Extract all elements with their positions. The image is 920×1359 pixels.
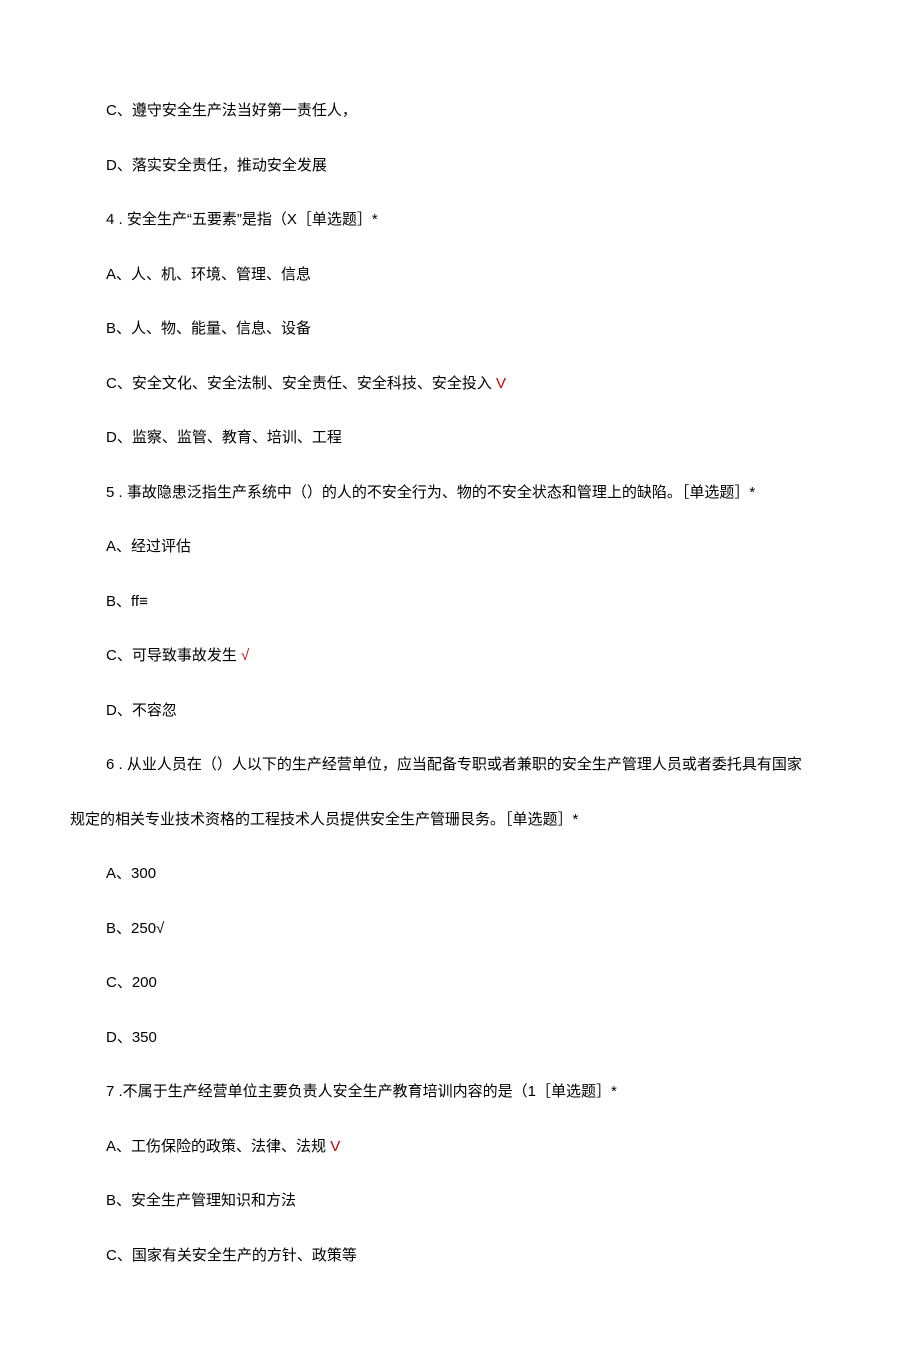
question-5: 5 . 事故隐患泛指生产系统中（）的人的不安全行为、物的不安全状态和管理上的缺陷…: [70, 482, 850, 505]
q7-option-b: B、安全生产管理知识和方法: [70, 1190, 850, 1213]
q4-option-c-text: C、安全文化、安全法制、安全责任、安全科技、安全投入: [106, 375, 496, 392]
question-7: 7 .不属于生产经营单位主要负责人安全生产教育培训内容的是（1［单选题］*: [70, 1081, 850, 1104]
check-mark-icon: V: [330, 1138, 340, 1155]
q7-option-c: C、国家有关安全生产的方针、政策等: [70, 1245, 850, 1268]
check-mark-icon: √: [241, 647, 249, 664]
q6-option-c: C、200: [70, 972, 850, 995]
check-mark-icon: V: [496, 375, 506, 392]
q6-option-b: B、250√: [70, 918, 850, 941]
question-4: 4 . 安全生产“五要素”是指（X［单选题］*: [70, 209, 850, 232]
q5-option-c: C、可导致事故发生 √: [70, 645, 850, 668]
q5-option-c-text: C、可导致事故发生: [106, 647, 241, 664]
q6-option-d: D、350: [70, 1027, 850, 1050]
q4-option-d: D、监察、监管、教育、培训、工程: [70, 427, 850, 450]
q6-option-a: A、300: [70, 863, 850, 886]
option-c-text: C、遵守安全生产法当好第一责任人，: [70, 100, 850, 123]
question-6-part1: 6 . 从业人员在（）人以下的生产经营单位，应当配备专职或者兼职的安全生产管理人…: [70, 754, 850, 777]
q5-option-d: D、不容忽: [70, 700, 850, 723]
option-d-text: D、落实安全责任，推动安全发展: [70, 155, 850, 178]
q4-option-b: B、人、物、能量、信息、设备: [70, 318, 850, 341]
q5-option-b: B、ff≡: [70, 591, 850, 614]
q4-option-a: A、人、机、环境、管理、信息: [70, 264, 850, 287]
q4-option-c: C、安全文化、安全法制、安全责任、安全科技、安全投入 V: [70, 373, 850, 396]
q5-option-a: A、经过评估: [70, 536, 850, 559]
q7-option-a: A、工伤保险的政策、法律、法规 V: [70, 1136, 850, 1159]
question-6-part2: 规定的相关专业技术资格的工程技术人员提供安全生产管珊艮务。［单选题］*: [70, 809, 850, 832]
q7-option-a-text: A、工伤保险的政策、法律、法规: [106, 1138, 330, 1155]
